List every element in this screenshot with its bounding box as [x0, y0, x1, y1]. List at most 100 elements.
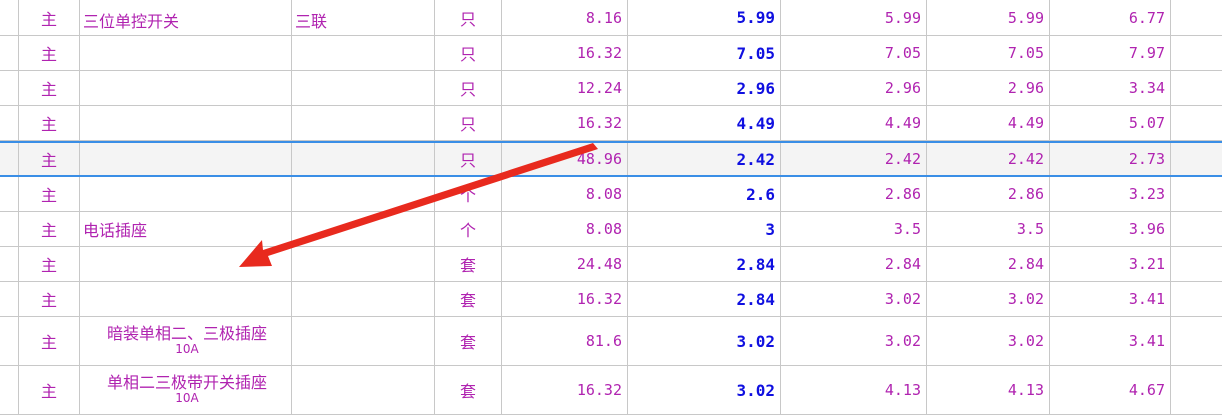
- price-cell-4[interactable]: 3.96: [1050, 212, 1171, 246]
- row-header-cell[interactable]: [0, 317, 19, 365]
- quantity-cell[interactable]: 16.32: [502, 36, 628, 70]
- extra-cell[interactable]: [1171, 247, 1222, 281]
- type-cell[interactable]: 主: [19, 212, 80, 246]
- row-header-cell[interactable]: [0, 366, 19, 414]
- type-cell[interactable]: 主: [19, 106, 80, 140]
- price-cell-4[interactable]: 3.21: [1050, 247, 1171, 281]
- price-cell[interactable]: 2.84: [628, 282, 781, 316]
- extra-cell[interactable]: [1171, 317, 1222, 365]
- extra-cell[interactable]: [1171, 212, 1222, 246]
- price-cell[interactable]: 7.05: [628, 36, 781, 70]
- extra-cell[interactable]: [1171, 106, 1222, 140]
- spec-cell[interactable]: [292, 247, 435, 281]
- price-cell-2[interactable]: 2.84: [781, 247, 927, 281]
- row-header-cell[interactable]: [0, 71, 19, 105]
- name-cell[interactable]: [80, 71, 292, 105]
- quantity-cell[interactable]: 8.08: [502, 177, 628, 211]
- spec-cell[interactable]: [292, 366, 435, 414]
- extra-cell[interactable]: [1171, 71, 1222, 105]
- price-cell-2[interactable]: 3.5: [781, 212, 927, 246]
- spec-cell[interactable]: [292, 143, 435, 175]
- unit-cell[interactable]: 只: [435, 106, 502, 140]
- type-cell[interactable]: 主: [19, 247, 80, 281]
- price-cell-4[interactable]: 5.07: [1050, 106, 1171, 140]
- spec-cell[interactable]: [292, 106, 435, 140]
- price-cell-4[interactable]: 6.77: [1050, 0, 1171, 35]
- unit-cell[interactable]: 只: [435, 143, 502, 175]
- unit-cell[interactable]: 只: [435, 36, 502, 70]
- price-cell-2[interactable]: 4.13: [781, 366, 927, 414]
- price-cell-2[interactable]: 7.05: [781, 36, 927, 70]
- price-cell-3[interactable]: 4.49: [927, 106, 1050, 140]
- price-cell-3[interactable]: 2.42: [927, 143, 1050, 175]
- type-cell[interactable]: 主: [19, 36, 80, 70]
- price-cell-4[interactable]: 2.73: [1050, 143, 1171, 175]
- type-cell[interactable]: 主: [19, 177, 80, 211]
- price-cell[interactable]: 3.02: [628, 366, 781, 414]
- name-cell[interactable]: [80, 282, 292, 316]
- table-row[interactable]: 主只 16.32 4.49 4.49 4.49 5.07: [0, 106, 1222, 141]
- type-cell[interactable]: 主: [19, 282, 80, 316]
- unit-cell[interactable]: 个: [435, 212, 502, 246]
- price-cell[interactable]: 5.99: [628, 0, 781, 35]
- price-cell[interactable]: 2.96: [628, 71, 781, 105]
- price-cell-3[interactable]: 2.86: [927, 177, 1050, 211]
- quantity-cell[interactable]: 16.32: [502, 282, 628, 316]
- table-row[interactable]: 主个 8.08 2.6 2.86 2.86 3.23: [0, 177, 1222, 212]
- quantity-cell[interactable]: 16.32: [502, 106, 628, 140]
- price-cell-3[interactable]: 5.99: [927, 0, 1050, 35]
- price-cell-2[interactable]: 2.96: [781, 71, 927, 105]
- row-header-cell[interactable]: [0, 143, 19, 175]
- row-header-cell[interactable]: [0, 247, 19, 281]
- spec-cell[interactable]: [292, 282, 435, 316]
- extra-cell[interactable]: [1171, 36, 1222, 70]
- type-cell[interactable]: 主: [19, 317, 80, 365]
- price-cell-3[interactable]: 3.5: [927, 212, 1050, 246]
- row-header-cell[interactable]: [0, 212, 19, 246]
- type-cell[interactable]: 主: [19, 143, 80, 175]
- unit-cell[interactable]: 套: [435, 247, 502, 281]
- price-cell[interactable]: 2.84: [628, 247, 781, 281]
- price-cell-4[interactable]: 3.41: [1050, 282, 1171, 316]
- table-row[interactable]: 主套 24.48 2.84 2.84 2.84 3.21: [0, 247, 1222, 282]
- unit-cell[interactable]: 只: [435, 0, 502, 35]
- unit-cell[interactable]: 套: [435, 317, 502, 365]
- name-cell[interactable]: [80, 106, 292, 140]
- row-header-cell[interactable]: [0, 177, 19, 211]
- price-cell-3[interactable]: 4.13: [927, 366, 1050, 414]
- row-header-cell[interactable]: [0, 106, 19, 140]
- row-header-cell[interactable]: [0, 0, 19, 35]
- spec-cell[interactable]: 三联: [292, 0, 435, 35]
- spec-cell[interactable]: [292, 212, 435, 246]
- quantity-cell[interactable]: 81.6: [502, 317, 628, 365]
- extra-cell[interactable]: [1171, 366, 1222, 414]
- price-cell-4[interactable]: 3.34: [1050, 71, 1171, 105]
- price-cell-4[interactable]: 4.67: [1050, 366, 1171, 414]
- name-cell[interactable]: [80, 247, 292, 281]
- price-cell[interactable]: 3.02: [628, 317, 781, 365]
- table-row[interactable]: 主只 12.24 2.96 2.96 2.96 3.34: [0, 71, 1222, 106]
- price-cell-2[interactable]: 3.02: [781, 317, 927, 365]
- unit-cell[interactable]: 套: [435, 366, 502, 414]
- quantity-cell[interactable]: 8.08: [502, 212, 628, 246]
- extra-cell[interactable]: [1171, 0, 1222, 35]
- unit-cell[interactable]: 套: [435, 282, 502, 316]
- extra-cell[interactable]: [1171, 177, 1222, 211]
- extra-cell[interactable]: [1171, 143, 1222, 175]
- spec-cell[interactable]: [292, 317, 435, 365]
- price-cell-3[interactable]: 2.96: [927, 71, 1050, 105]
- quantity-cell[interactable]: 24.48: [502, 247, 628, 281]
- spec-cell[interactable]: [292, 71, 435, 105]
- price-cell-2[interactable]: 3.02: [781, 282, 927, 316]
- price-cell[interactable]: 2.6: [628, 177, 781, 211]
- name-cell[interactable]: [80, 177, 292, 211]
- table-row[interactable]: 主套 16.32 2.84 3.02 3.02 3.41: [0, 282, 1222, 317]
- table-row[interactable]: 主电话插座个 8.08 3 3.5 3.5 3.96: [0, 212, 1222, 247]
- table-row[interactable]: 主只 16.32 7.05 7.05 7.05 7.97: [0, 36, 1222, 71]
- table-row[interactable]: 主只 48.96 2.42 2.42 2.42 2.73: [0, 141, 1222, 177]
- spec-cell[interactable]: [292, 36, 435, 70]
- quantity-cell[interactable]: 16.32: [502, 366, 628, 414]
- type-cell[interactable]: 主: [19, 71, 80, 105]
- price-cell-2[interactable]: 4.49: [781, 106, 927, 140]
- price-cell-4[interactable]: 7.97: [1050, 36, 1171, 70]
